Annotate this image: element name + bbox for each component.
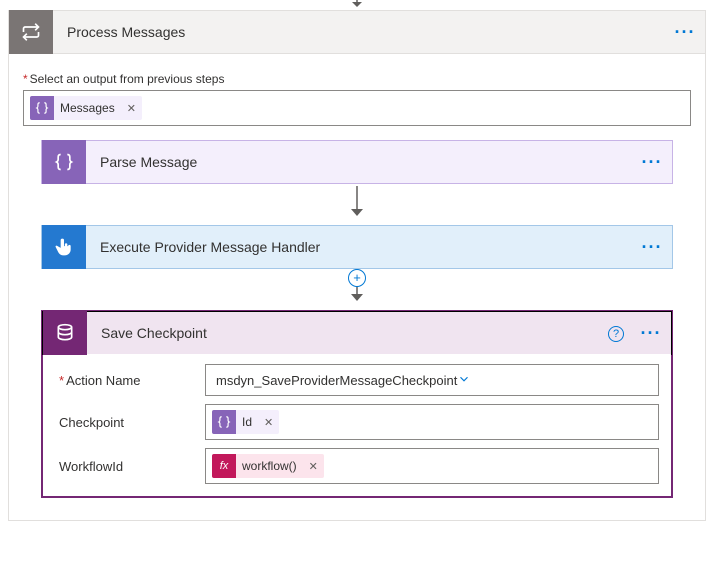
step-title: Parse Message [86,154,632,170]
step-title: Save Checkpoint [87,325,601,341]
messages-chip[interactable]: Messages ✕ [30,96,142,120]
fx-icon: fx [212,454,236,478]
loop-icon [9,10,53,54]
field-label: WorkflowId [55,459,205,474]
incoming-arrow [0,0,714,10]
chip-label: Messages [54,96,121,120]
chip-label: Id [236,410,258,434]
action-name-select[interactable]: msdyn_SaveProviderMessageCheckpoint [205,364,659,396]
field-label: Checkpoint [55,415,205,430]
workflowid-input[interactable]: fx workflow() ✕ [205,448,659,484]
output-label: *Select an output from previous steps [23,72,691,86]
parse-message-step[interactable]: Parse Message ··· [41,140,673,184]
save-checkpoint-header[interactable]: Save Checkpoint ? ··· [42,311,672,355]
select-value: msdyn_SaveProviderMessageCheckpoint [216,373,457,388]
action-name-row: *Action Name msdyn_SaveProviderMessageCh… [55,364,659,396]
braces-icon [42,140,86,184]
save-checkpoint-body: *Action Name msdyn_SaveProviderMessageCh… [43,354,671,496]
chip-remove[interactable]: ✕ [303,454,324,478]
required-mark: * [23,72,28,86]
chip-remove[interactable]: ✕ [121,96,142,120]
loop-body: *Select an output from previous steps Me… [8,54,706,521]
step-title: Execute Provider Message Handler [86,239,632,255]
checkpoint-input[interactable]: Id ✕ [205,404,659,440]
checkpoint-row: Checkpoint Id ✕ [55,404,659,440]
braces-icon [212,410,236,434]
field-label: *Action Name [55,373,205,388]
process-messages-step[interactable]: Process Messages ··· [8,10,706,54]
workflowid-row: WorkflowId fx workflow() ✕ [55,448,659,484]
id-chip[interactable]: Id ✕ [212,410,279,434]
help-button[interactable]: ? [601,324,631,342]
save-checkpoint-panel: Save Checkpoint ? ··· *Action Name msdyn… [41,310,673,498]
braces-icon [30,96,54,120]
more-button[interactable]: ··· [632,152,672,173]
connector-arrow [23,184,691,225]
touch-icon [42,225,86,269]
more-button[interactable]: ··· [665,22,705,43]
connector-arrow-with-add: + [23,269,691,310]
step-title: Process Messages [53,24,665,40]
database-icon [43,311,87,355]
chip-remove[interactable]: ✕ [258,410,279,434]
output-input[interactable]: Messages ✕ [23,90,691,126]
workflow-fx-chip[interactable]: fx workflow() ✕ [212,454,324,478]
chevron-down-icon [457,372,648,389]
chip-label: workflow() [236,454,303,478]
execute-handler-step[interactable]: Execute Provider Message Handler ··· [41,225,673,269]
more-button[interactable]: ··· [631,323,671,344]
more-button[interactable]: ··· [632,237,672,258]
add-step-button[interactable]: + [348,269,366,287]
